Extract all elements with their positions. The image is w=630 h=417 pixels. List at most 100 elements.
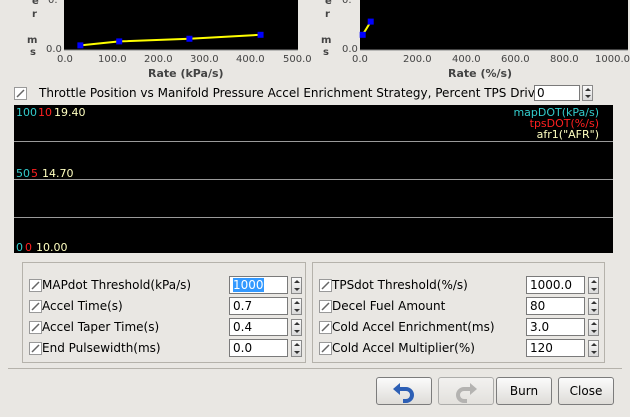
accel-taper-time-input[interactable]: 0.4: [229, 318, 288, 336]
burn-button[interactable]: Burn: [496, 377, 552, 405]
cold-accel-multiplier-input[interactable]: 120: [526, 339, 585, 357]
mapdot-threshold-input[interactable]: 1000: [229, 276, 288, 294]
accel-taper-time-label: Accel Taper Time(s): [42, 320, 160, 334]
cold-accel-enrichment-label: Cold Accel Enrichment(ms): [332, 320, 495, 334]
end-pulsewidth-label: End Pulsewidth(ms): [42, 341, 161, 355]
undo-button[interactable]: [376, 377, 432, 405]
accel-time-label: Accel Time(s): [42, 299, 123, 313]
data-point[interactable]: [359, 31, 366, 38]
map-bottom-value: 0: [16, 241, 23, 253]
cold-accel-multiplier-label: Cold Accel Multiplier(%): [332, 341, 475, 355]
end-pulsewidth-row: End Pulsewidth(ms) 0.0: [23, 338, 305, 358]
note-edit-icon[interactable]: [319, 300, 332, 313]
afr-mid-value: 14.70: [42, 167, 74, 180]
x-tick: 300.0: [190, 54, 219, 65]
strategy-value-input[interactable]: 0: [534, 85, 580, 101]
x-tick: 100.0: [98, 54, 127, 65]
gridline: [14, 179, 613, 180]
x-tick: 0.0: [57, 54, 73, 65]
accel-map-chart: e r m s 0. 0.0 0.0 100.0 200.0 300.0 400…: [27, 0, 312, 80]
x-tick: 400.0: [236, 54, 265, 65]
y-letter: s: [30, 47, 36, 58]
legend-afr: afr1("AFR"): [536, 128, 599, 141]
chart-area: [360, 0, 628, 50]
afr-bottom-value: 10.00: [36, 241, 68, 253]
accel-time-input[interactable]: 0.7: [229, 297, 288, 315]
decel-fuel-row: Decel Fuel Amount 80: [313, 296, 604, 316]
x-tick: 600.0: [501, 54, 530, 65]
note-edit-icon[interactable]: [319, 342, 332, 355]
accel-time-row: Accel Time(s) 0.7: [23, 296, 305, 316]
redo-icon: [456, 383, 477, 403]
tpsdot-threshold-input[interactable]: 1000.0: [526, 276, 585, 294]
gridline: [14, 141, 613, 142]
x-tick: 1000.0: [595, 54, 630, 65]
y-letter: e: [325, 0, 332, 7]
accel-tps-chart: e r m s 0. 0.0 0.0 200.0 400.0 600.0 800…: [321, 0, 630, 80]
accel-taper-time-spinner[interactable]: [291, 319, 302, 336]
y-letter: r: [325, 9, 330, 20]
mapdot-threshold-label: MAPdot Threshold(kPa/s): [42, 278, 192, 292]
accel-taper-time-row: Accel Taper Time(s) 0.4: [23, 317, 305, 337]
data-point[interactable]: [367, 18, 374, 25]
mapdot-threshold-row: MAPdot Threshold(kPa/s) 1000: [23, 275, 305, 295]
tps-mid-value: 5: [31, 167, 38, 180]
tpsdot-threshold-label: TPSdot Threshold(%/s): [332, 278, 468, 292]
y-letter: r: [32, 9, 37, 20]
note-edit-icon[interactable]: [29, 300, 42, 313]
y-tick: 0.: [48, 0, 58, 6]
accel-time-spinner[interactable]: [291, 298, 302, 315]
tps-accel-panel: TPSdot Threshold(%/s) 1000.0 Decel Fuel …: [312, 262, 605, 363]
map-accel-panel: MAPdot Threshold(kPa/s) 1000 Accel Time(…: [22, 262, 306, 363]
map-top-value: 100: [16, 106, 37, 119]
strategy-spinner[interactable]: [582, 85, 593, 101]
cold-accel-multiplier-spinner[interactable]: [588, 340, 599, 357]
cold-accel-enrichment-input[interactable]: 3.0: [526, 318, 585, 336]
strategy-row: Throttle Position vs Manifold Pressure A…: [14, 85, 610, 103]
decel-fuel-input[interactable]: 80: [526, 297, 585, 315]
cold-accel-enrichment-row: Cold Accel Enrichment(ms) 3.0: [313, 317, 604, 337]
mapdot-threshold-spinner[interactable]: [291, 277, 302, 294]
x-tick: 0.0: [352, 54, 368, 65]
note-edit-icon[interactable]: [29, 321, 42, 334]
y-letter: e: [32, 0, 39, 7]
y-tick: 0.: [342, 0, 352, 6]
undo-icon: [393, 383, 414, 403]
tpsdot-threshold-row: TPSdot Threshold(%/s) 1000.0: [313, 275, 604, 295]
accel-history-plot: 100 10 19.40 50 5 14.70 0 0 10.00 mapDOT…: [14, 105, 613, 253]
gridline: [14, 217, 613, 218]
note-edit-icon[interactable]: [29, 342, 42, 355]
cold-accel-enrichment-spinner[interactable]: [588, 319, 599, 336]
x-axis-label: Rate (%/s): [448, 67, 512, 80]
strategy-label: Throttle Position vs Manifold Pressure A…: [39, 86, 571, 100]
separator: [8, 368, 622, 369]
decel-fuel-spinner[interactable]: [588, 298, 599, 315]
y-letter: s: [323, 47, 329, 58]
redo-button[interactable]: [438, 377, 494, 405]
map-mid-value: 50: [16, 167, 30, 180]
note-edit-icon[interactable]: [319, 321, 332, 334]
data-point[interactable]: [116, 38, 123, 45]
note-edit-icon[interactable]: [14, 87, 27, 100]
end-pulsewidth-input[interactable]: 0.0: [229, 339, 288, 357]
y-letter: m: [27, 35, 37, 46]
decel-fuel-label: Decel Fuel Amount: [332, 299, 446, 313]
note-edit-icon[interactable]: [29, 279, 42, 292]
x-tick: 200.0: [403, 54, 432, 65]
tpsdot-threshold-spinner[interactable]: [588, 277, 599, 294]
data-point[interactable]: [186, 35, 193, 42]
note-edit-icon[interactable]: [319, 279, 332, 292]
x-axis-label: Rate (kPa/s): [148, 67, 224, 80]
x-tick: 400.0: [452, 54, 481, 65]
data-point[interactable]: [257, 31, 264, 38]
data-point[interactable]: [77, 42, 84, 49]
cold-accel-multiplier-row: Cold Accel Multiplier(%) 120: [313, 338, 604, 358]
afr-top-value: 19.40: [54, 106, 86, 119]
close-button[interactable]: Close: [558, 377, 614, 405]
tps-bottom-value: 0: [25, 241, 32, 253]
x-tick: 500.0: [283, 54, 312, 65]
x-tick: 200.0: [144, 54, 173, 65]
y-letter: m: [321, 35, 331, 46]
end-pulsewidth-spinner[interactable]: [291, 340, 302, 357]
tps-top-value: 10: [38, 106, 52, 119]
